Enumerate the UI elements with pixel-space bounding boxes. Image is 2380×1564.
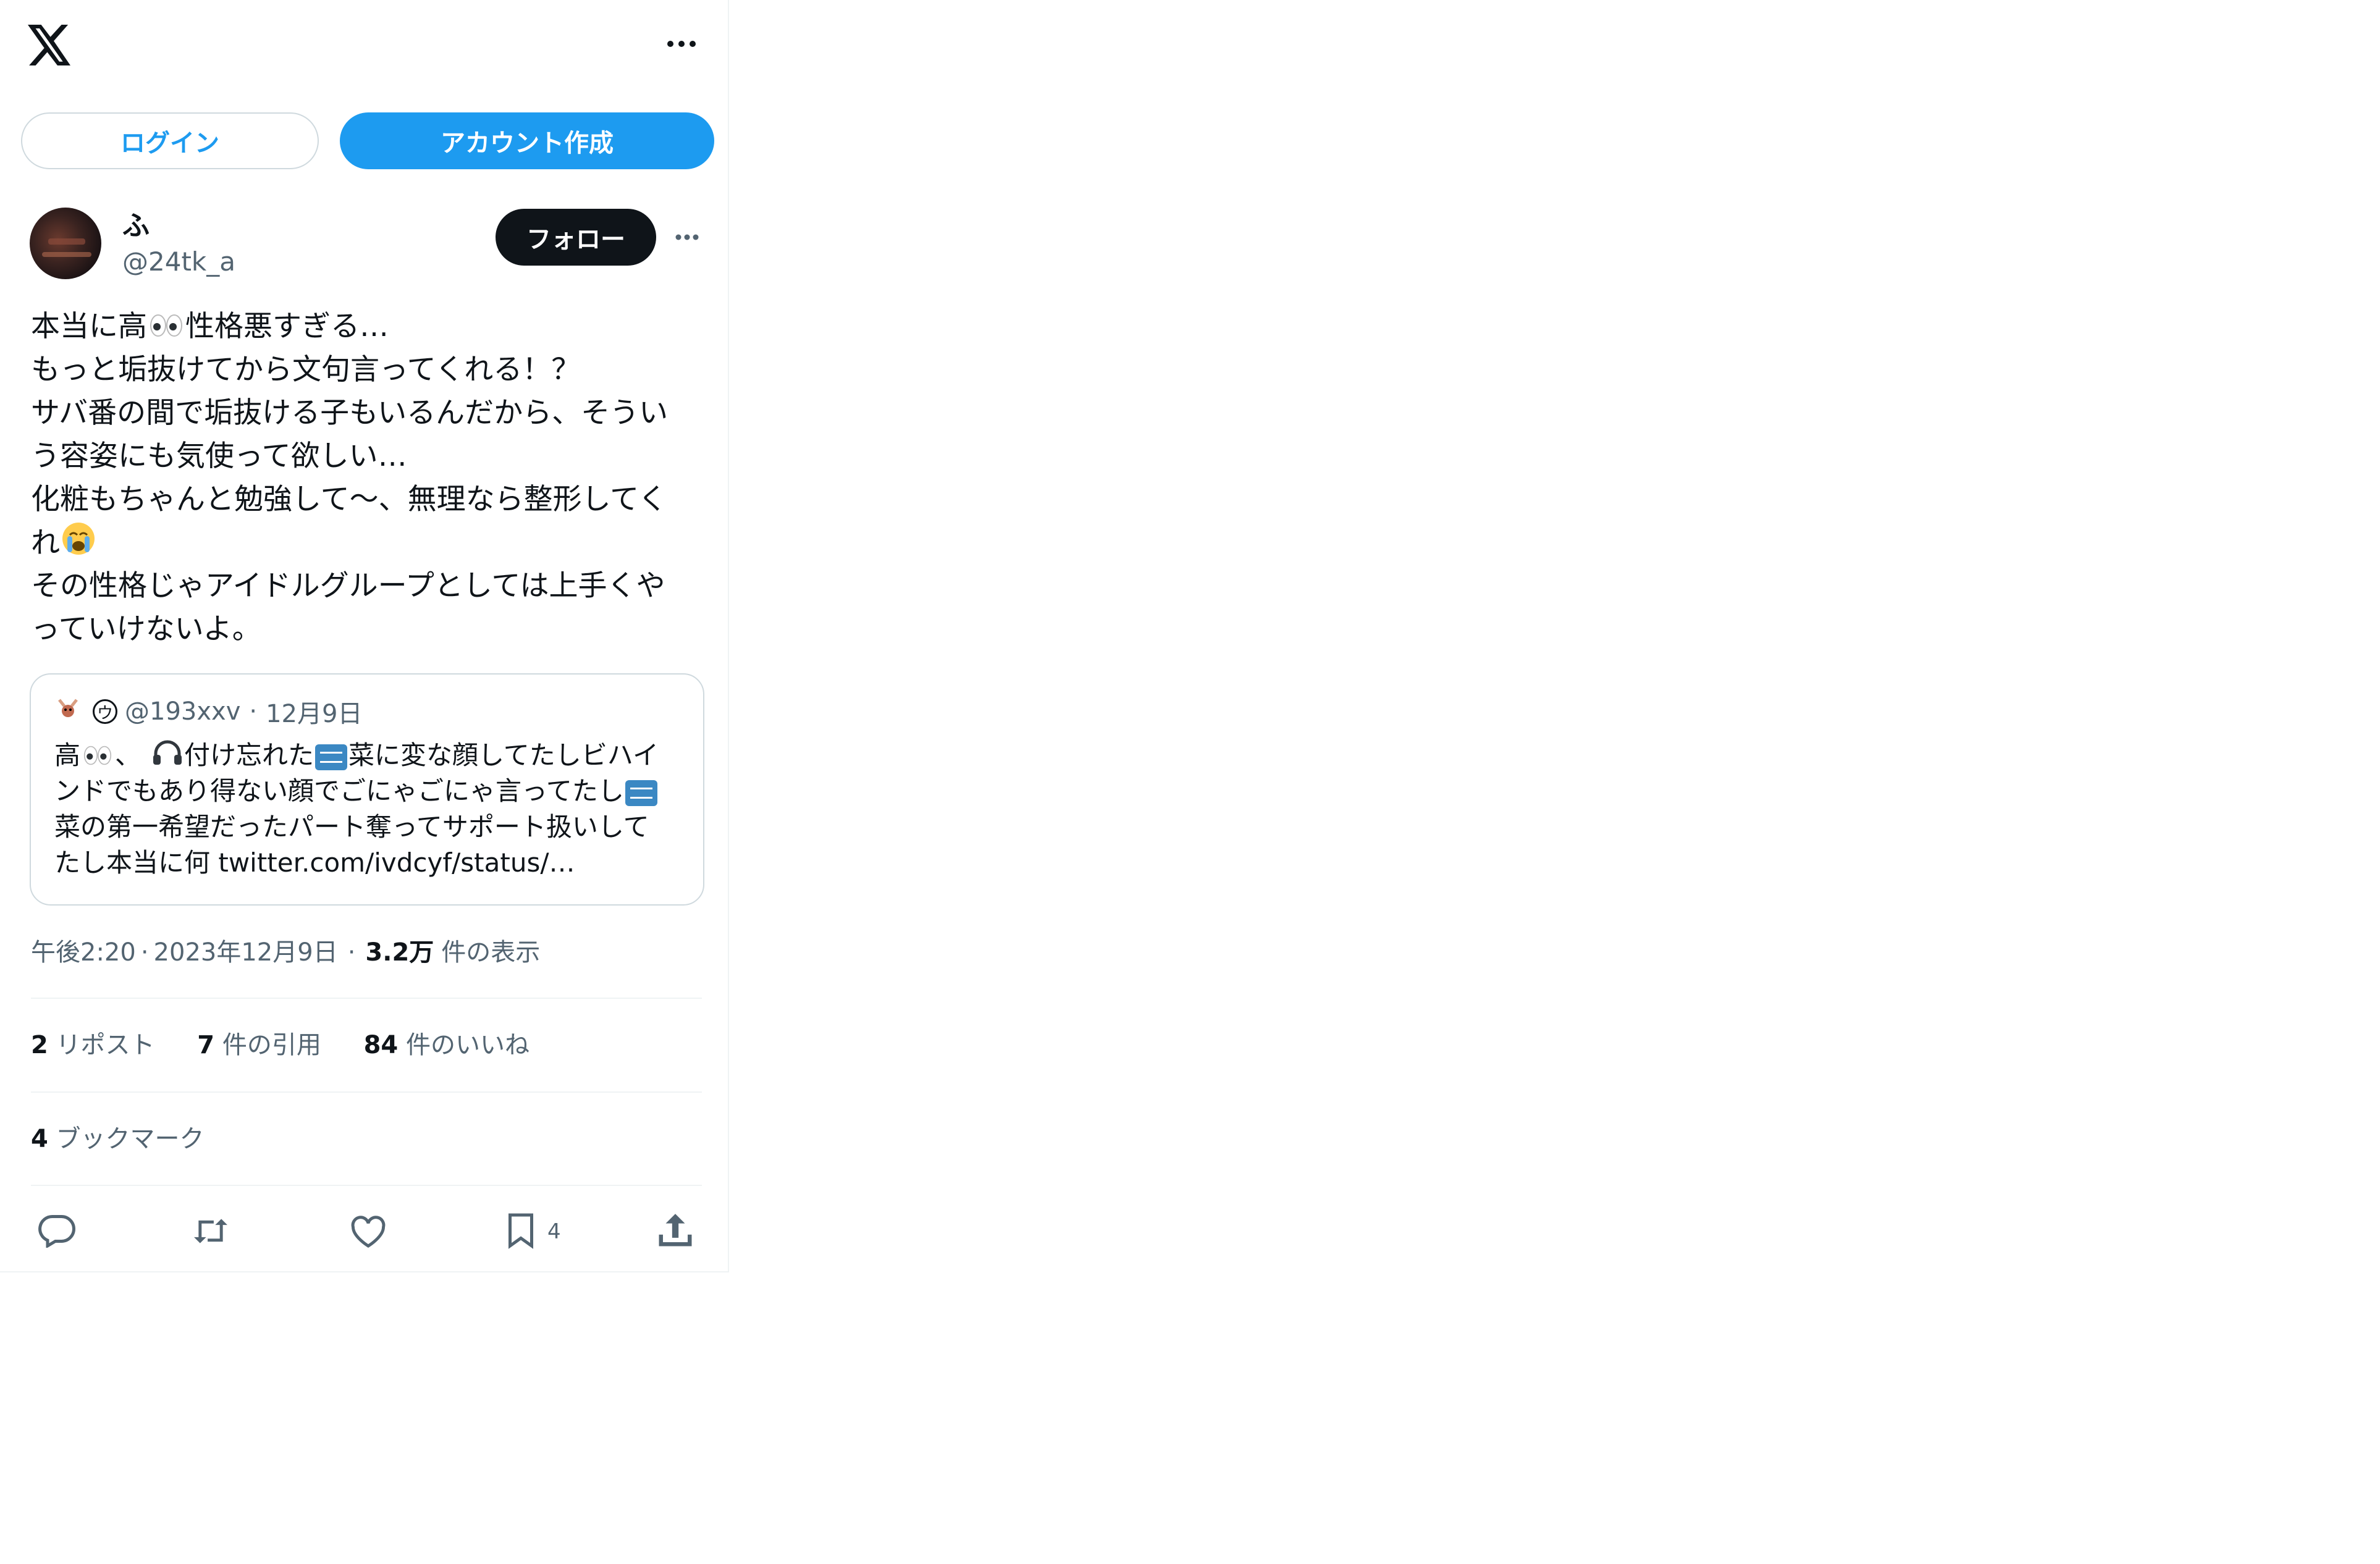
reposts-count: 2 [31, 1031, 48, 1059]
headphone-emoji-icon [152, 739, 183, 775]
tweet-line: う容姿にも気使って欲しい… [31, 439, 407, 473]
meta-dot: · [347, 938, 356, 967]
views-count: 3.2万 [365, 938, 434, 967]
tweet-line: もっと垢抜けてから文句言ってくれる！？ [31, 353, 581, 387]
quoted-line: 高 、 付け忘れた 菜に変な顔してたしビハイ [54, 738, 697, 773]
quoted-tweet-text: 高 、 付け忘れた 菜に変な顔してたしビハイ ンドでもあり得ない顔でごにゃごにゃ言って… [54, 738, 697, 881]
more-horizontal-icon[interactable] [666, 40, 697, 48]
quotes-stat[interactable]: 7 件の引用 [197, 1031, 321, 1059]
quotes-count: 7 [197, 1031, 215, 1059]
likes-label: 件のいいね [405, 1031, 530, 1059]
tweet-line: サバ番の間で垢抜ける子もいるんだから、そうい [31, 396, 669, 430]
x-logo-icon[interactable] [28, 25, 72, 65]
quoted-date: 12月9日 [266, 700, 363, 728]
tweet-column: ログイン アカウント作成 ふ @24tk_a フォロー 本当に高 性格悪すぎる… … [0, 0, 729, 1272]
tweet-line: れ [31, 521, 704, 565]
flag-emoji-icon [625, 780, 657, 806]
likes-count: 84 [363, 1031, 399, 1059]
quoted-text: 付け忘れた [184, 740, 314, 770]
crying-face-emoji-icon [61, 521, 96, 568]
tweet-line-text: れ [31, 526, 60, 560]
reposts-label: リポスト [56, 1031, 155, 1059]
login-button[interactable]: ログイン [21, 112, 319, 169]
quoted-text: 、 [115, 740, 141, 770]
tweet-line: その性格じゃアイドルグループとしては上手くや [31, 569, 665, 603]
quoted-handle: @193xxv [125, 697, 241, 726]
tweet-date[interactable]: 2023年12月9日 [154, 938, 338, 967]
quoted-line: ンドでもあり得ない顔でごにゃごにゃ言ってたし [54, 773, 697, 809]
views-label: 件の表示 [441, 938, 541, 967]
quoted-dot: · [249, 697, 258, 726]
author-handle[interactable]: @24tk_a [122, 245, 235, 279]
eyes-emoji-icon [82, 739, 114, 775]
divider [31, 998, 702, 999]
repost-icon[interactable] [190, 1214, 231, 1248]
tweet-more-icon[interactable] [675, 233, 699, 241]
quoted-line: たし本当に何 twitter.com/ivdcyf/status/… [54, 847, 575, 878]
share-icon[interactable] [657, 1211, 693, 1249]
quoted-text: ンドでもあり得ない顔でごにゃごにゃ言ってたし [54, 776, 624, 806]
quoted-tweet-header: ウ @193xxv · 12月9日 [56, 696, 363, 728]
like-icon[interactable] [350, 1216, 387, 1249]
quoted-text: 高 [54, 740, 81, 770]
author-name[interactable]: ふ [122, 209, 150, 243]
bookmarks-stat[interactable]: 4 ブックマーク [31, 1119, 205, 1159]
tweet-time[interactable]: 午後2:20 [31, 938, 136, 967]
quoted-tweet-card[interactable]: ウ @193xxv · 12月9日 高 、 付け忘れた 菜に変な顔してたしビハイ ンド… [30, 673, 704, 906]
tweet-line-text: 本当に高 [31, 309, 147, 343]
engagement-stats: 2 リポスト 7 件の引用 84 件のいいね [31, 1025, 530, 1065]
tweet-line-text: 性格悪すぎる… [185, 309, 389, 343]
quoted-avatar-icon [56, 696, 80, 727]
reposts-stat[interactable]: 2 リポスト [31, 1031, 155, 1059]
flag-emoji-icon [315, 744, 348, 770]
reply-icon[interactable] [38, 1213, 75, 1248]
divider [31, 1091, 702, 1093]
signup-button[interactable]: アカウント作成 [340, 112, 714, 169]
follow-button[interactable]: フォロー [496, 209, 656, 266]
bookmark-count: 4 [547, 1219, 561, 1244]
likes-stat[interactable]: 84 件のいいね [364, 1031, 530, 1059]
tweet-line: 化粧もちゃんと勉強して〜、無理なら整形してく [31, 482, 667, 516]
bookmarks-count: 4 [31, 1125, 48, 1153]
tweet-text: 本当に高 性格悪すぎる… もっと垢抜けてから文句言ってくれる！？ サバ番の間で垢抜… [31, 305, 704, 651]
tweet-line: 本当に高 性格悪すぎる… [31, 305, 704, 348]
quoted-line: 菜の第一希望だったパート奪ってサポート扱いして [54, 812, 649, 842]
tweet-meta: 午後2:20 · 2023年12月9日 · 3.2万 件の表示 [31, 933, 540, 972]
avatar[interactable] [30, 208, 101, 279]
quotes-label: 件の引用 [222, 1031, 321, 1059]
divider [31, 1185, 702, 1186]
tweet-line: っていけないよ。 [31, 612, 261, 646]
verified-mark-icon: ウ [93, 699, 117, 724]
bookmark-icon[interactable] [505, 1212, 536, 1249]
bookmarks-label: ブックマーク [56, 1125, 205, 1153]
quoted-text: 菜に変な顔してたしビハイ [348, 740, 659, 770]
eyes-emoji-icon [148, 307, 184, 350]
meta-dot: · [140, 938, 149, 967]
